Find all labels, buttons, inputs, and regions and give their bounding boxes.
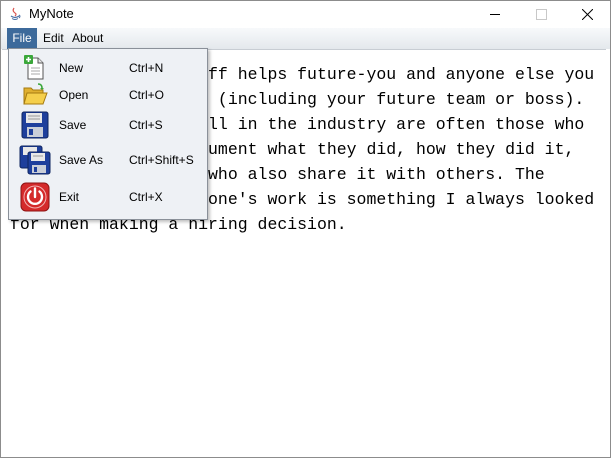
menu-edit[interactable]: Edit [39,28,68,49]
title-bar[interactable]: MyNote [1,1,610,28]
menu-item-shortcut: Ctrl+O [129,88,165,102]
maximize-icon [536,9,547,20]
close-icon [582,9,593,20]
menu-item-shortcut: Ctrl+N [129,61,164,75]
menu-item-save[interactable]: Save Ctrl+S [9,110,207,140]
exit-power-icon [19,182,53,212]
java-app-icon [7,6,23,22]
menu-file[interactable]: File [7,28,37,49]
menu-item-new[interactable]: New Ctrl+N [9,53,207,83]
menu-bar: File Edit About [1,28,610,49]
file-menu-dropdown: New Ctrl+N Open Ctrl+O Save Ctrl+S Save … [8,48,208,220]
menu-item-label: Save [59,118,87,132]
menu-item-open[interactable]: Open Ctrl+O [9,80,207,110]
menu-item-exit[interactable]: Exit Ctrl+X [9,182,207,212]
menu-about[interactable]: About [68,28,107,49]
new-document-icon [19,53,53,83]
menu-item-label: Save As [59,153,104,167]
open-folder-icon [19,80,53,110]
maximize-button[interactable] [518,1,564,28]
save-as-floppy-icon [19,145,53,175]
close-button[interactable] [564,1,610,28]
window-title: MyNote [29,6,74,21]
menu-item-label: Exit [59,190,80,204]
save-floppy-icon [19,110,53,140]
menu-item-label: New [59,61,84,75]
minimize-icon [490,14,500,15]
menu-item-shortcut: Ctrl+S [129,118,163,132]
menu-item-label: Open [59,88,89,102]
menu-item-save-as[interactable]: Save As Ctrl+Shift+S [9,145,207,175]
menu-item-shortcut: Ctrl+X [129,190,163,204]
minimize-button[interactable] [472,1,518,28]
menu-item-shortcut: Ctrl+Shift+S [129,153,194,167]
